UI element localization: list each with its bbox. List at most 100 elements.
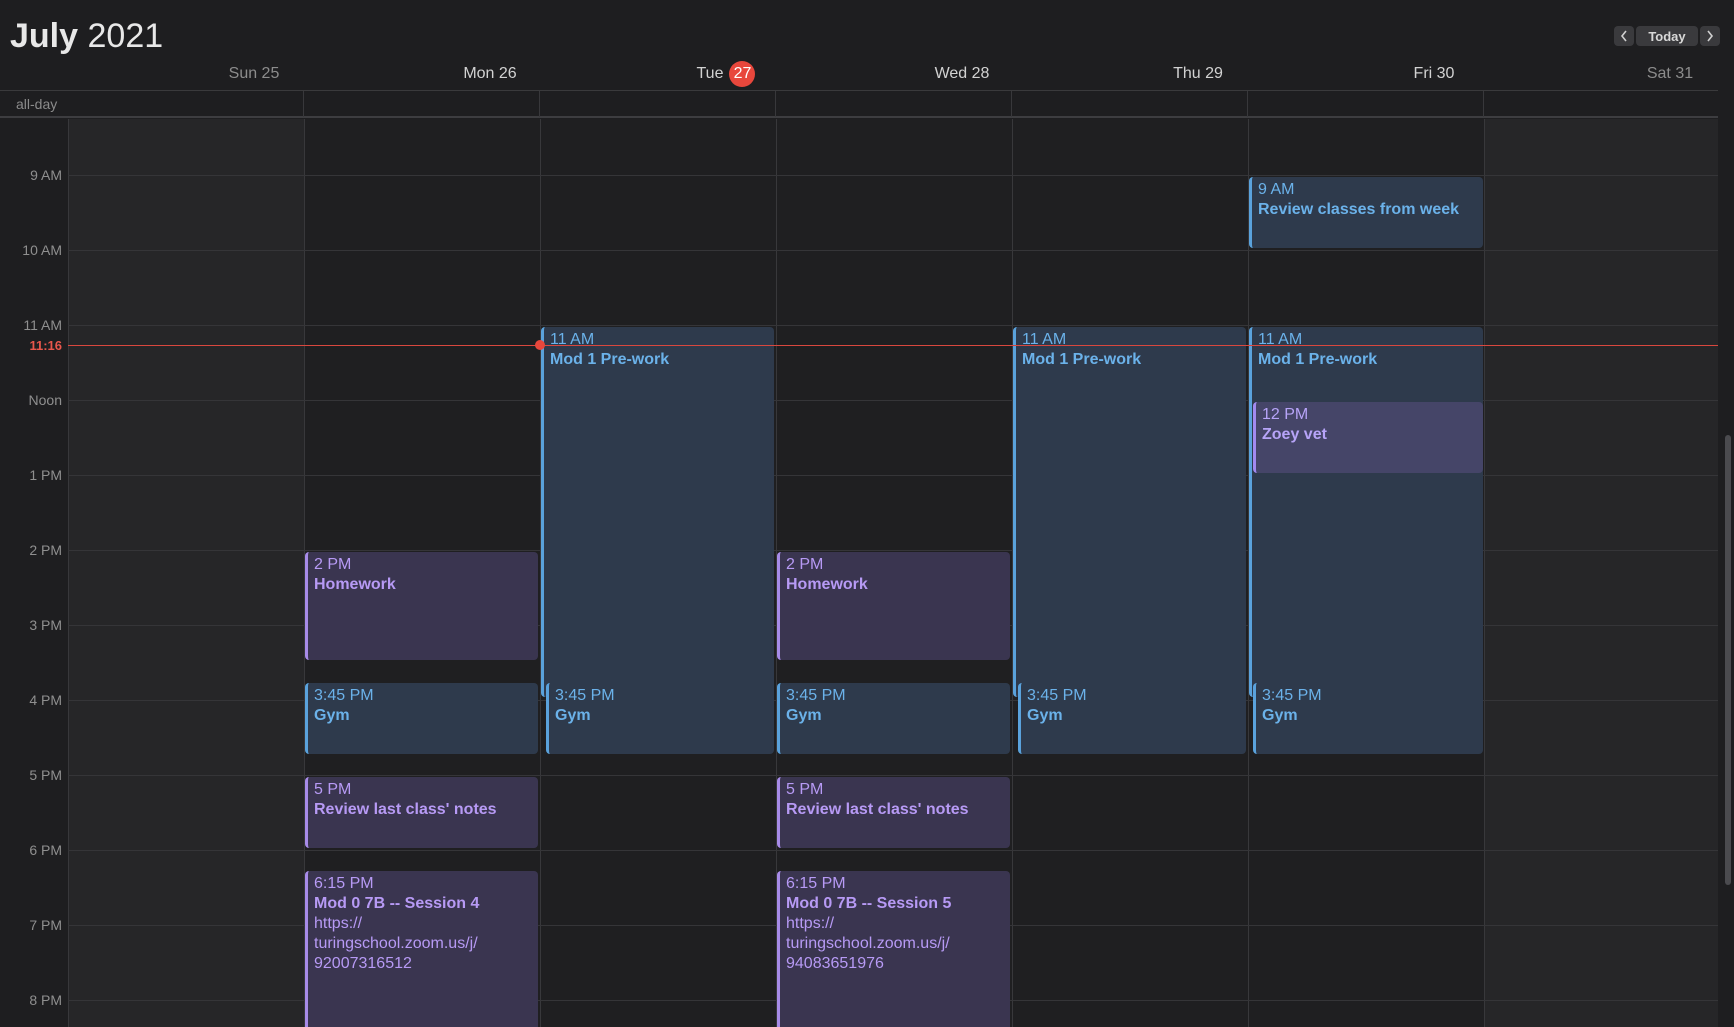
event-time: 12 PM <box>1262 406 1309 423</box>
day-header-fri[interactable]: Fri 30 <box>1316 62 1552 86</box>
month-label: July <box>10 17 79 55</box>
event-zoey-vet[interactable]: 12 PM Zoey vet <box>1253 402 1483 473</box>
event-title: Homework <box>314 576 396 593</box>
event-time: 3:45 PM <box>314 687 374 704</box>
event-review-notes-mon[interactable]: 5 PM Review last class' notes <box>305 777 538 848</box>
navigation-controls: Today <box>1614 26 1720 46</box>
event-time: 6:15 PM <box>314 875 374 892</box>
day-label: Wed 28 <box>934 65 990 82</box>
event-title: Review classes from week <box>1258 201 1460 218</box>
event-time: 9 AM <box>1258 181 1295 198</box>
event-title: Mod 1 Pre-work <box>1258 351 1378 368</box>
event-gym-mon[interactable]: 3:45 PM Gym <box>305 683 538 754</box>
day-label: Mon 26 <box>463 65 517 82</box>
hour-label: Noon <box>28 392 62 408</box>
day-label: Sun 25 <box>228 65 280 82</box>
hour-label: 6 PM <box>29 842 62 858</box>
current-time-line <box>68 345 1718 346</box>
event-title: Review last class' notes <box>314 801 497 818</box>
all-day-label: all-day <box>16 96 58 112</box>
chevron-left-icon <box>1620 30 1627 42</box>
event-title: Gym <box>1262 707 1298 724</box>
today-date-badge: 27 <box>729 61 756 87</box>
hour-label: 4 PM <box>29 692 62 708</box>
hour-label: 10 AM <box>22 242 62 258</box>
event-time: 11 AM <box>550 331 595 348</box>
hour-label: 3 PM <box>29 617 62 633</box>
event-review-notes-wed[interactable]: 5 PM Review last class' notes <box>777 777 1010 848</box>
day-header-sat[interactable]: Sat 31 <box>1552 62 1734 86</box>
event-link[interactable]: turingschool.zoom.us/j/ <box>314 934 532 954</box>
day-header-sun[interactable]: Sun 25 <box>136 62 372 86</box>
event-link[interactable]: 92007316512 <box>314 954 532 974</box>
hour-line <box>68 850 1718 851</box>
day-header-thu[interactable]: Thu 29 <box>1080 62 1316 86</box>
event-time: 3:45 PM <box>1262 687 1322 704</box>
event-link[interactable]: turingschool.zoom.us/j/ <box>786 934 1004 954</box>
event-time: 5 PM <box>786 781 824 798</box>
event-title: Review last class' notes <box>786 801 969 818</box>
today-button[interactable]: Today <box>1636 26 1698 46</box>
current-time-dot <box>535 340 545 350</box>
previous-week-button[interactable] <box>1614 26 1634 46</box>
hour-line <box>68 325 1718 326</box>
event-gym-tue[interactable]: 3:45 PM Gym <box>546 683 774 754</box>
day-label: Sat 31 <box>1646 65 1694 82</box>
event-gym-wed[interactable]: 3:45 PM Gym <box>777 683 1010 754</box>
event-time: 3:45 PM <box>555 687 615 704</box>
current-time-label: 11:16 <box>29 338 62 353</box>
day-header-wed[interactable]: Wed 28 <box>844 62 1080 86</box>
event-title: Gym <box>786 707 822 724</box>
event-review-classes[interactable]: 9 AM Review classes from week <box>1249 177 1483 248</box>
day-headers: Sun 25 Mon 26 Tue 27 Wed 28 Thu 29 Fri 30… <box>68 61 1718 90</box>
event-time: 2 PM <box>786 556 824 573</box>
all-day-row[interactable]: all-day <box>0 90 1718 118</box>
event-time: 3:45 PM <box>786 687 846 704</box>
hour-line <box>68 175 1718 176</box>
calendar-header: July 2021 Today Sun 25 Mon 26 Tue 27 Wed … <box>0 0 1734 90</box>
event-time: 11 AM <box>1022 331 1067 348</box>
hour-line <box>68 250 1718 251</box>
event-title: Gym <box>555 707 591 724</box>
hour-label: 7 PM <box>29 917 62 933</box>
hour-label: 1 PM <box>29 467 62 483</box>
event-mod1-prework-thu[interactable]: 11 AM Mod 1 Pre-work <box>1013 327 1246 697</box>
day-header-mon[interactable]: Mon 26 <box>372 62 608 86</box>
event-gym-fri[interactable]: 3:45 PM Gym <box>1253 683 1483 754</box>
event-title: Homework <box>786 576 868 593</box>
event-link[interactable]: https:// <box>786 914 1004 934</box>
event-link[interactable]: 94083651976 <box>786 954 1004 974</box>
event-time: 2 PM <box>314 556 352 573</box>
event-mod1-prework-fri[interactable]: 11 AM Mod 1 Pre-work <box>1249 327 1483 697</box>
hour-label: 9 AM <box>30 167 62 183</box>
hour-line <box>68 775 1718 776</box>
vertical-scrollbar[interactable] <box>1722 90 1734 1027</box>
month-title: July 2021 <box>10 16 163 56</box>
hour-label: 8 PM <box>29 992 62 1008</box>
event-session-4[interactable]: 6:15 PM Mod 0 7B -- Session 4 https:// t… <box>305 871 538 1027</box>
event-link[interactable]: https:// <box>314 914 532 934</box>
hour-label: 5 PM <box>29 767 62 783</box>
event-title: Zoey vet <box>1262 426 1327 443</box>
event-title: Mod 0 7B -- Session 4 <box>314 895 480 912</box>
day-column-sat[interactable] <box>1484 119 1718 1027</box>
day-label: Tue <box>696 65 724 82</box>
event-homework-wed[interactable]: 2 PM Homework <box>777 552 1010 660</box>
event-title: Gym <box>314 707 350 724</box>
event-session-5[interactable]: 6:15 PM Mod 0 7B -- Session 5 https:// t… <box>777 871 1010 1027</box>
event-gym-thu[interactable]: 3:45 PM Gym <box>1018 683 1246 754</box>
event-title: Mod 1 Pre-work <box>1022 351 1142 368</box>
event-mod1-prework-tue[interactable]: 11 AM Mod 1 Pre-work <box>541 327 774 697</box>
event-homework-mon[interactable]: 2 PM Homework <box>305 552 538 660</box>
event-time: 3:45 PM <box>1027 687 1087 704</box>
scrollbar-thumb[interactable] <box>1725 435 1731 885</box>
event-title: Mod 0 7B -- Session 5 <box>786 895 952 912</box>
day-label: Thu 29 <box>1173 65 1223 82</box>
day-label: Fri 30 <box>1413 65 1455 82</box>
day-column-sun[interactable] <box>68 119 304 1027</box>
next-week-button[interactable] <box>1700 26 1720 46</box>
event-time: 5 PM <box>314 781 352 798</box>
year-label: 2021 <box>87 17 164 55</box>
event-time: 11 AM <box>1258 331 1303 348</box>
day-header-tue[interactable]: Tue 27 <box>608 61 844 87</box>
